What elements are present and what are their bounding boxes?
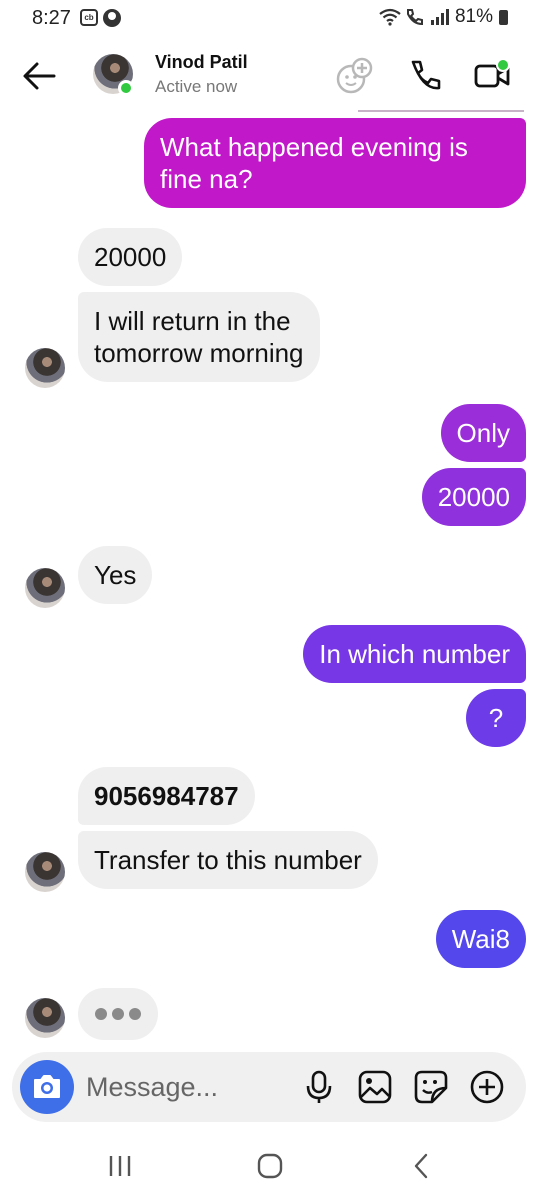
message-bubble-outgoing[interactable]: 20000 [421,468,526,526]
message-text: Wai8 [451,924,510,954]
camera-button[interactable] [20,1060,74,1114]
header-divider [358,110,524,112]
avatar[interactable] [25,348,65,388]
message-text: Only [456,418,510,448]
contact-name[interactable]: Vinod Patil [155,52,248,73]
message-bubble-outgoing[interactable]: Wai8 [435,910,526,968]
battery-icon [499,9,508,25]
camera-icon [34,1075,60,1098]
message-bubble-outgoing[interactable]: What happened evening is fine na? [144,118,526,208]
status-time: 8:27 [32,7,71,29]
message-bubble-incoming[interactable]: Yes [78,546,153,604]
message-bubble-incoming[interactable]: 20000 [78,228,183,286]
signal-icon [430,9,449,25]
message-bubble-outgoing[interactable]: In which number [303,625,526,683]
wifi-calling-icon [406,9,423,26]
cb-icon: cb [80,9,98,26]
sticker-icon[interactable] [412,1068,450,1106]
online-indicator [118,80,134,96]
typing-dot [95,1008,107,1020]
typing-dot [112,1008,124,1020]
status-bar: 8:27 cb 81% [0,0,538,36]
message-text: 20000 [437,482,510,512]
typing-dot [129,1008,141,1020]
chat-header: Vinod Patil Active now [0,40,538,112]
message-composer [12,1052,526,1122]
message-input[interactable] [86,1067,286,1107]
recent-apps-icon[interactable] [100,1150,140,1182]
home-icon[interactable] [250,1150,290,1182]
message-bubble-incoming[interactable]: 9056984787 [78,767,255,825]
back-arrow-icon[interactable] [20,58,60,94]
battery-level: 81% [454,6,493,27]
add-people-icon[interactable] [334,56,374,96]
phone-icon[interactable] [405,56,445,96]
avatar[interactable] [25,852,65,892]
gallery-icon[interactable] [356,1068,394,1106]
contact-status: Active now [155,77,238,96]
avatar[interactable] [25,568,65,608]
account-icon [103,9,121,27]
message-text: 20000 [94,242,167,272]
message-text: Transfer to this number [94,845,362,875]
microphone-icon[interactable] [300,1068,338,1106]
message-bubble-outgoing[interactable]: ? [466,689,526,747]
message-text: 9056984787 [94,781,239,811]
message-text: In which number [319,639,510,669]
message-bubble-outgoing[interactable]: Only [440,404,526,462]
message-text: I will return in the tomorrow morning [94,306,304,368]
back-icon[interactable] [402,1150,442,1182]
avatar[interactable] [25,998,65,1038]
message-text: ? [488,703,504,733]
message-bubble-incoming[interactable]: I will return in the tomorrow morning [78,292,320,382]
video-active-indicator [496,58,510,72]
system-nav-bar [0,1132,538,1200]
message-text: Yes [94,560,137,590]
wifi-icon [379,8,401,26]
typing-indicator [78,988,158,1040]
message-text: What happened evening is fine na? [160,132,468,194]
message-bubble-incoming[interactable]: Transfer to this number [78,831,378,889]
plus-icon[interactable] [468,1068,506,1106]
